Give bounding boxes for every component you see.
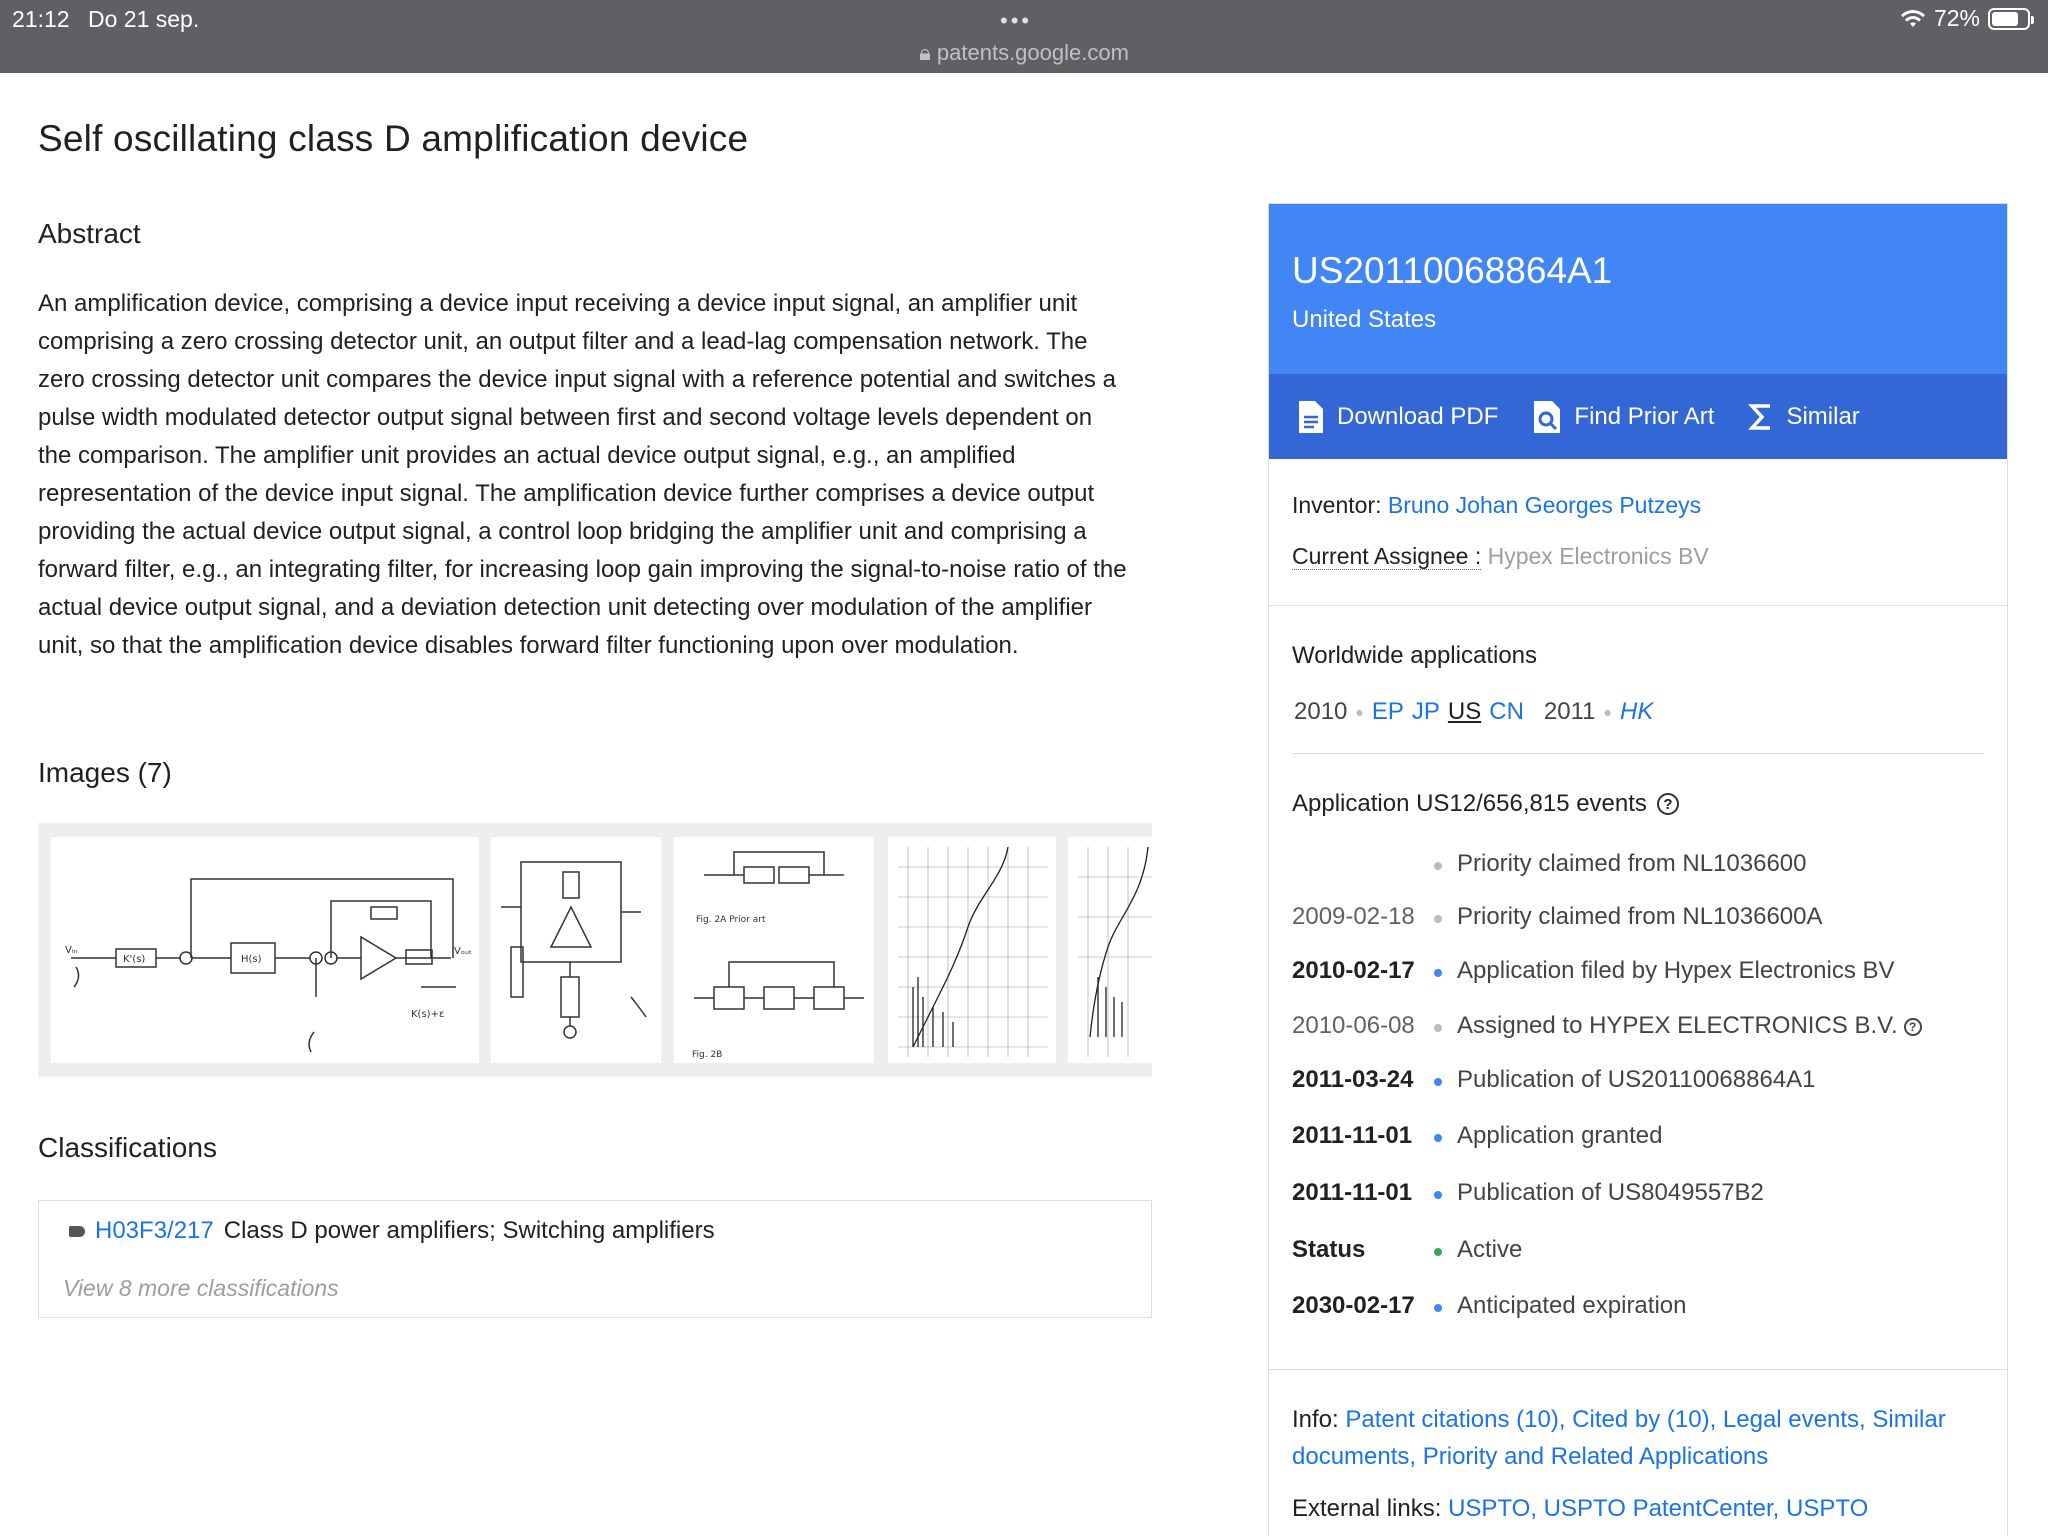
- classifications-heading: Classifications: [38, 1132, 217, 1163]
- date: Do 21 sep.: [88, 6, 200, 32]
- find-prior-art-button[interactable]: Find Prior Art: [1532, 399, 1714, 435]
- lock-icon: 🔒︎: [919, 40, 931, 65]
- inventor-row: Inventor: Bruno Johan Georges Putzeys: [1292, 492, 1701, 519]
- patent-figure-thumbnail[interactable]: [888, 837, 1056, 1063]
- classification-row: H03F3/217 Class D power amplifiers; Swit…: [69, 1217, 715, 1245]
- download-pdf-label: Download PDF: [1337, 402, 1499, 430]
- similar-label: Similar: [1786, 402, 1860, 430]
- external-links-label: External links:: [1292, 1495, 1442, 1522]
- event-row: 2011-03-24 Publication of US20110068864A1: [1292, 1066, 1816, 1093]
- classification-box: H03F3/217 Class D power amplifiers; Swit…: [38, 1200, 1152, 1318]
- view-more-classifications-link[interactable]: View 8 more classifications: [63, 1275, 339, 1302]
- similar-button[interactable]: Similar: [1748, 402, 1860, 432]
- external-links: External links: USPTO, USPTO PatentCente…: [1292, 1495, 1869, 1522]
- patent-figure-thumbnail[interactable]: K'(s) H(s) Vᵢₙ Vₒᵤₜ K(s)+ε: [51, 837, 479, 1063]
- country-code-link[interactable]: CN: [1489, 698, 1524, 726]
- patent-summary-card: US20110068864A1 United States Download P…: [1268, 203, 2008, 1536]
- status-row: Status Active: [1292, 1236, 1523, 1263]
- uspto-patentcenter-link[interactable]: USPTO PatentCenter: [1544, 1495, 1773, 1522]
- patent-figure-thumbnail[interactable]: [491, 837, 661, 1063]
- more-dots-icon[interactable]: •••: [1000, 8, 1032, 34]
- pdf-file-icon: [1299, 400, 1323, 433]
- find-prior-art-label: Find Prior Art: [1574, 402, 1715, 430]
- svg-text:H(s): H(s): [241, 954, 262, 965]
- sigma-icon: [1748, 403, 1771, 430]
- country-code-link[interactable]: JP: [1412, 698, 1440, 726]
- event-row: 2011-11-01 Application granted: [1292, 1122, 1663, 1149]
- info-label: Info:: [1292, 1406, 1339, 1433]
- assignee-value: Hypex Electronics BV: [1487, 543, 1709, 569]
- event-row: 2010-02-17 Application filed by Hypex Ele…: [1292, 957, 1895, 984]
- svg-text:Vₒᵤₜ: Vₒᵤₜ: [454, 946, 472, 957]
- event-row: 2009-02-18 Priority claimed from NL103660…: [1292, 903, 1823, 930]
- worldwide-applications: 2010 ● EP JP US CN 2011 ● HK: [1294, 698, 1654, 726]
- events-heading-text: Application US12/656,815 events: [1292, 790, 1647, 817]
- country-code-current[interactable]: US: [1448, 698, 1481, 726]
- svg-text:Fig. 2B: Fig. 2B: [692, 1050, 722, 1060]
- divider: [1292, 753, 1984, 754]
- event-row: 2010-06-08 Assigned to HYPEX ELECTRONICS …: [1292, 1012, 1992, 1044]
- classification-description: Class D power amplifiers; Switching ampl…: [223, 1217, 715, 1244]
- download-pdf-button[interactable]: Download PDF: [1297, 399, 1498, 435]
- abstract-text: An amplification device, comprising a de…: [38, 290, 1127, 659]
- browser-status-bar: 21:12 Do 21 sep. ••• 🔒︎ patents.google.c…: [0, 0, 2048, 73]
- svg-text:K(s)+ε: K(s)+ε: [411, 1009, 444, 1020]
- worldwide-year: 2010: [1294, 698, 1348, 725]
- classification-code-link[interactable]: H03F3/217: [95, 1217, 214, 1245]
- patent-figure-thumbnail[interactable]: [1068, 837, 1152, 1063]
- url-bar[interactable]: 🔒︎ patents.google.com: [0, 40, 2048, 66]
- help-icon[interactable]: ?: [1903, 1017, 1922, 1036]
- country-code-link[interactable]: EP: [1372, 698, 1404, 726]
- tag-icon: [69, 1225, 85, 1237]
- event-row: Priority claimed from NL1036600: [1292, 850, 1992, 882]
- assignee-label: Current Assignee :: [1292, 543, 1482, 570]
- search-document-icon: [1534, 400, 1561, 433]
- clock: 21:12: [12, 6, 70, 32]
- publication-number: US20110068864A1: [1292, 250, 1613, 291]
- divider: [1269, 1369, 2007, 1370]
- legal-events-link[interactable]: Legal events: [1723, 1406, 1859, 1433]
- url-text: patents.google.com: [936, 40, 1129, 65]
- assignee-row: Current Assignee : Hypex Electronics BV: [1292, 543, 1709, 570]
- svg-text:Vᵢₙ: Vᵢₙ: [65, 945, 78, 956]
- page-title: Self oscillating class D amplification d…: [38, 118, 749, 159]
- event-row: 2030-02-17 Anticipated expiration: [1292, 1292, 1687, 1319]
- images-heading: Images (7): [38, 757, 172, 788]
- card-header: US20110068864A1 United States: [1269, 204, 2007, 374]
- abstract-heading: Abstract: [38, 218, 141, 249]
- uspto-assignment-link[interactable]: USPTO: [1786, 1495, 1868, 1522]
- cited-by-link[interactable]: Cited by (10): [1572, 1406, 1709, 1433]
- uspto-link[interactable]: USPTO: [1448, 1495, 1530, 1522]
- event-row: 2011-11-01 Publication of US8049557B2: [1292, 1179, 1764, 1206]
- inventor-link[interactable]: Bruno Johan Georges Putzeys: [1388, 492, 1701, 518]
- events-heading: Application US12/656,815 events ?: [1292, 790, 1679, 818]
- svg-text:K'(s): K'(s): [123, 954, 145, 965]
- help-icon[interactable]: ?: [1656, 793, 1679, 815]
- status-right: 72%: [1900, 5, 2034, 32]
- info-links: Info: Patent citations (10), Cited by (1…: [1292, 1406, 1946, 1470]
- battery-icon: [1988, 7, 2034, 30]
- country-code-link[interactable]: HK: [1620, 698, 1653, 726]
- priority-applications-link[interactable]: Priority and Related Applications: [1423, 1443, 1769, 1470]
- card-actions: Download PDF Find Prior Art Similar: [1269, 374, 2007, 459]
- inventor-label: Inventor:: [1292, 492, 1382, 518]
- worldwide-year: 2011: [1543, 698, 1596, 725]
- patent-citations-link[interactable]: Patent citations (10): [1345, 1406, 1558, 1433]
- country: United States: [1292, 306, 1437, 333]
- image-carousel[interactable]: K'(s) H(s) Vᵢₙ Vₒᵤₜ K(s)+ε Fig. 2A Prior art…: [38, 823, 1152, 1077]
- worldwide-heading: Worldwide applications: [1292, 642, 1538, 669]
- wifi-icon: [1900, 9, 1925, 27]
- divider: [1269, 605, 2007, 606]
- patent-figure-thumbnail[interactable]: Fig. 2A Prior art Fig. 2B: [674, 837, 874, 1063]
- svg-text:Fig. 2A Prior art: Fig. 2A Prior art: [696, 915, 766, 925]
- battery-percent: 72%: [1933, 5, 1980, 31]
